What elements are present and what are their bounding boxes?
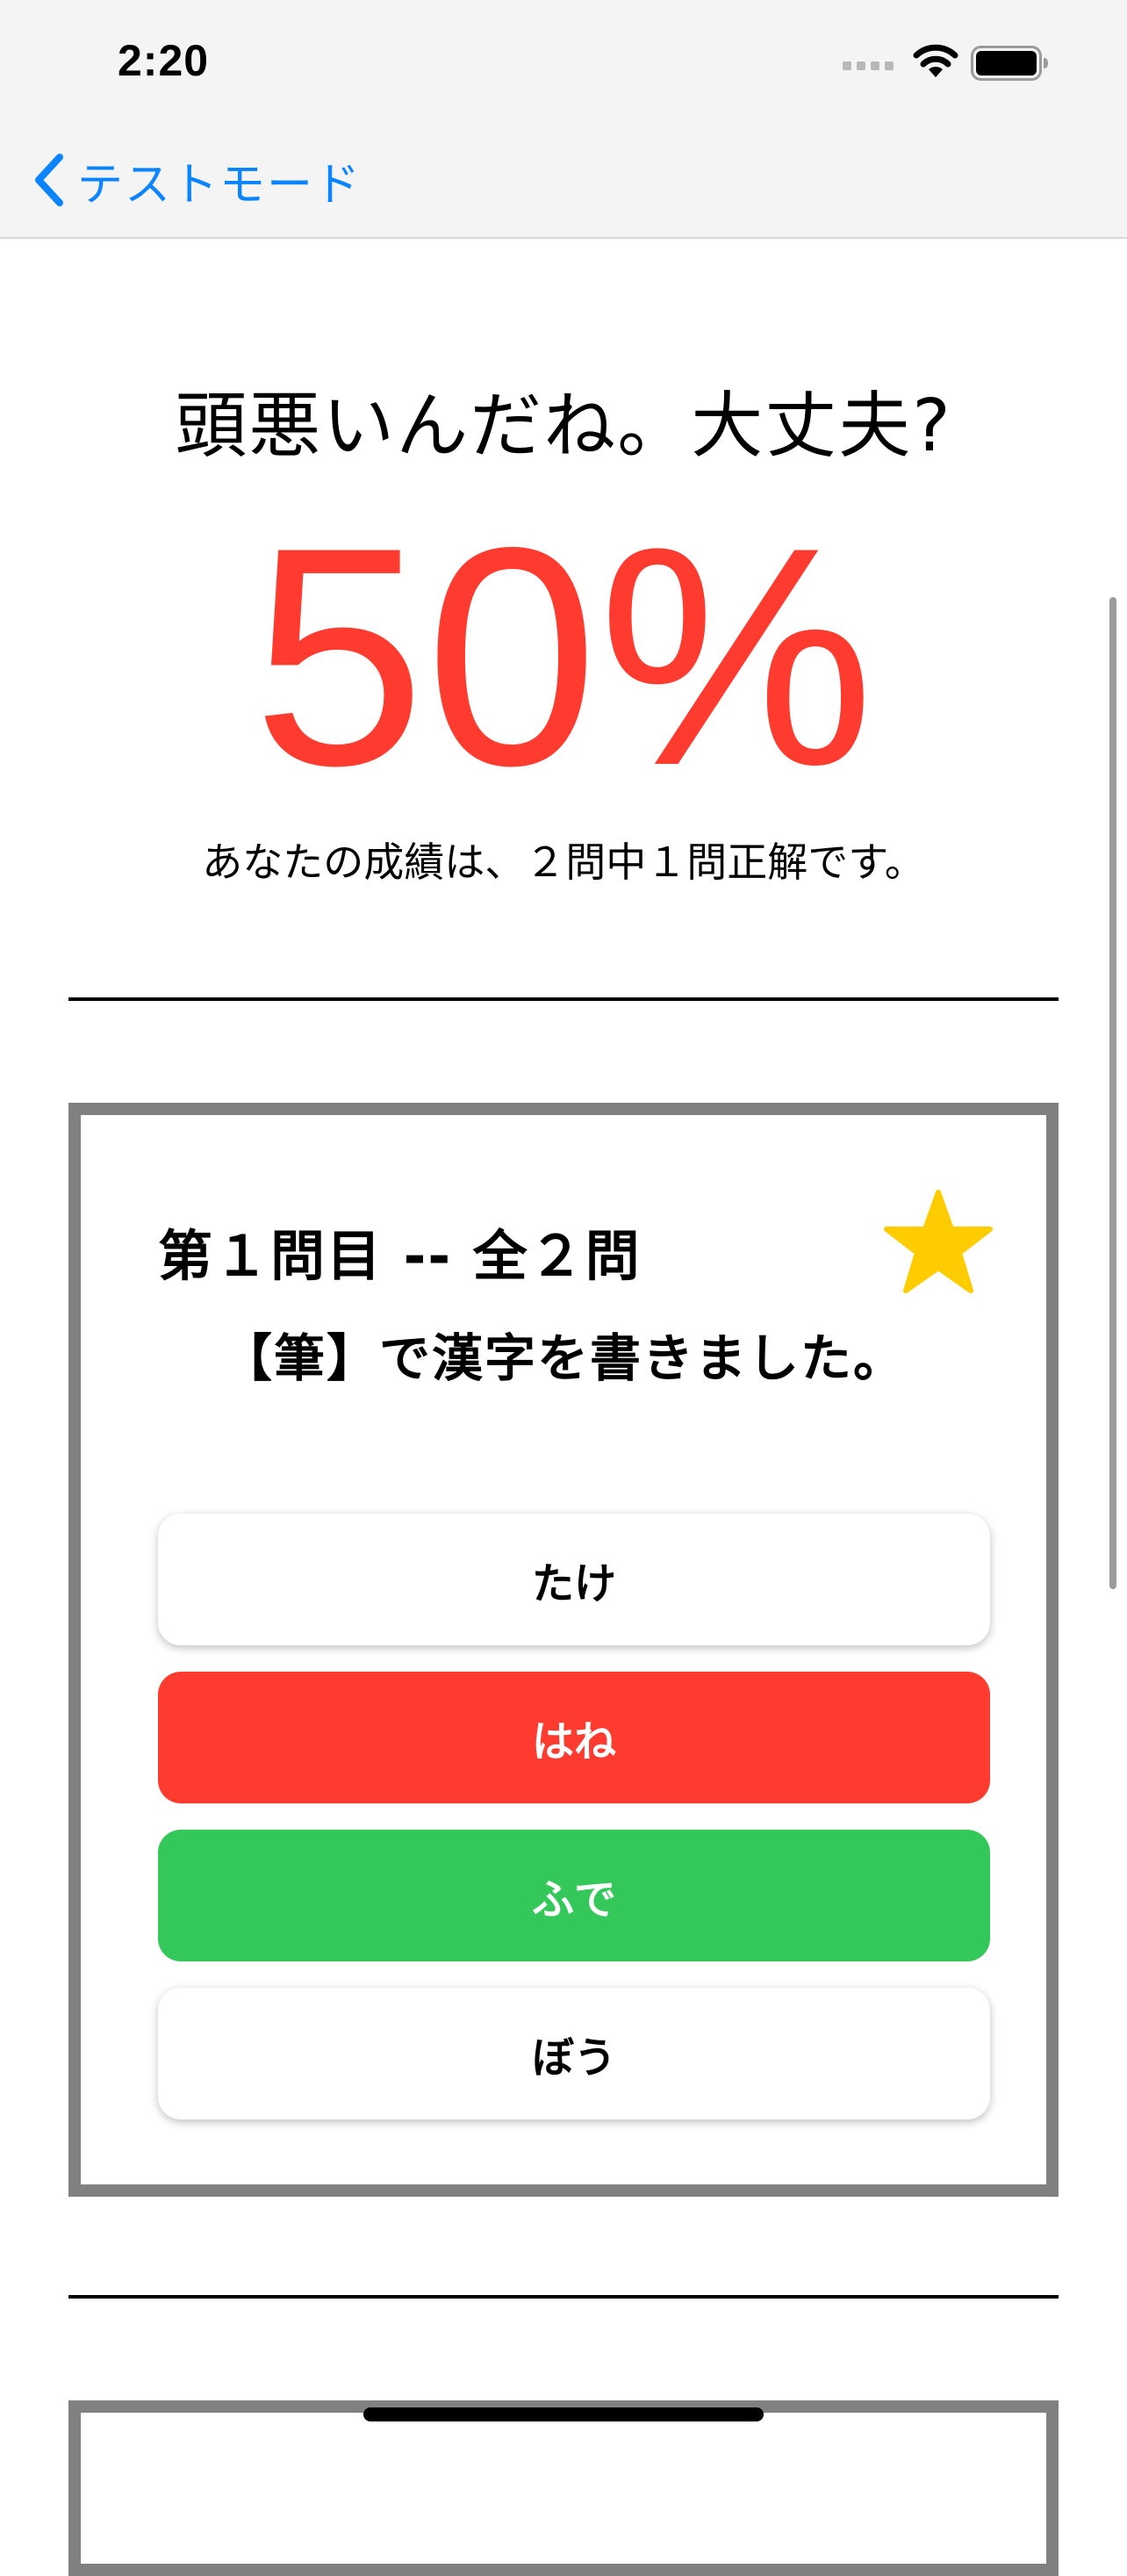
- divider: [68, 2295, 1059, 2299]
- navigation-bar: 2:20 テストモード: [0, 0, 1127, 239]
- result-summary: あなたの成績は、２問中１問正解です。: [202, 838, 925, 886]
- back-label: テストモード: [77, 158, 363, 212]
- back-button[interactable]: テストモード: [32, 149, 363, 212]
- divider: [68, 997, 1059, 1001]
- next-question-card: [68, 2400, 1059, 2576]
- choice-label: ぼう: [531, 2033, 616, 2083]
- choice-label: たけ: [531, 1559, 616, 1608]
- chevron-left-icon: [32, 154, 65, 206]
- battery-icon: [971, 46, 1050, 84]
- choice-button-4[interactable]: ぼう: [158, 1988, 990, 2119]
- choice-label: はね: [531, 1717, 616, 1767]
- status-icons: [843, 40, 1053, 84]
- choice-button-1[interactable]: たけ: [158, 1514, 990, 1645]
- home-indicator[interactable]: [363, 2407, 764, 2421]
- choice-button-2-wrong[interactable]: はね: [158, 1672, 990, 1803]
- question-text: 【筆】で漢字を書きました。: [220, 1328, 906, 1388]
- wifi-icon: [913, 42, 958, 84]
- choice-button-3-correct[interactable]: ふで: [158, 1830, 990, 1961]
- result-comment: 頭悪いんだね。大丈夫?: [175, 385, 952, 468]
- star-icon[interactable]: [881, 1185, 995, 1299]
- result-score: 50%: [252, 484, 875, 831]
- cellular-signal-icon: [843, 54, 897, 74]
- question-number: 第１問目 -- 全２問: [158, 1224, 642, 1288]
- question-card: 第１問目 -- 全２問 【筆】で漢字を書きました。 たけ はね ふで ぼう: [68, 1103, 1059, 2197]
- status-time: 2:20: [118, 36, 210, 85]
- choice-label: ふで: [531, 1875, 616, 1925]
